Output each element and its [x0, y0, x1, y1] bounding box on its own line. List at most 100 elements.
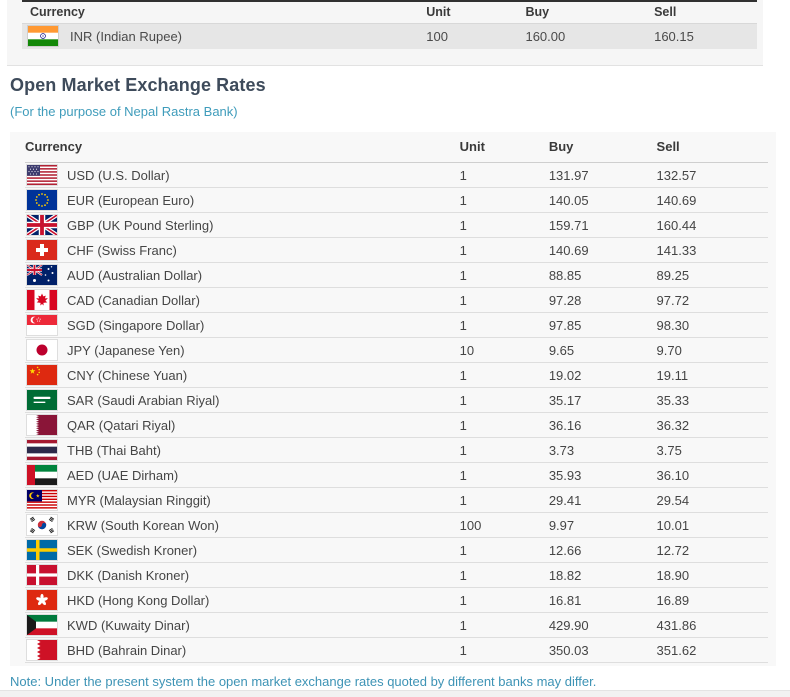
buy-value: 140.05 — [548, 187, 657, 213]
col-header-unit: Unit — [459, 132, 549, 163]
unit-value: 1 — [459, 437, 549, 463]
unit-value: 100 — [426, 23, 526, 49]
col-header-sell: Sell — [656, 132, 768, 163]
sell-value: 18.90 — [656, 562, 768, 588]
flag-dkk-icon — [27, 565, 57, 585]
unit-value: 100 — [459, 512, 549, 538]
flag-chf-icon — [27, 240, 57, 260]
table-row: HKD (Hong Kong Dollar) 1 16.81 16.89 — [25, 587, 768, 613]
table-row: KRW (South Korean Won) 100 9.97 10.01 — [25, 512, 768, 538]
page-title: Open Market Exchange Rates — [10, 75, 266, 95]
buy-value: 159.71 — [548, 212, 657, 238]
buy-value: 88.85 — [548, 262, 657, 288]
flag-jpy-icon — [27, 340, 57, 360]
currency-cell: KRW (South Korean Won) — [25, 512, 460, 538]
sell-value: 10.01 — [656, 512, 768, 538]
col-header-sell: Sell — [654, 1, 757, 24]
currency-cell: INR (Indian Rupee) — [22, 23, 427, 49]
currency-name: EUR (European Euro) — [67, 192, 195, 208]
unit-value: 1 — [459, 562, 549, 588]
flag-thb-icon — [27, 440, 57, 460]
table-row: CAD (Canadian Dollar) 1 97.28 97.72 — [25, 287, 768, 313]
unit-value: 1 — [459, 487, 549, 513]
buy-value: 35.93 — [548, 462, 657, 488]
unit-value: 1 — [459, 162, 549, 188]
flag-kwd-icon — [27, 615, 57, 635]
currency-cell: QAR (Qatari Riyal) — [25, 412, 460, 438]
unit-value: 1 — [459, 612, 549, 638]
flag-hkd-icon — [27, 590, 57, 610]
unit-value: 1 — [459, 537, 549, 563]
currency-name: USD (U.S. Dollar) — [67, 167, 170, 183]
table-row: EUR (European Euro) 1 140.05 140.69 — [25, 187, 768, 213]
flag-sek-icon — [27, 540, 57, 560]
currency-name: BHD (Bahrain Dinar) — [67, 642, 187, 658]
sell-value: 35.33 — [656, 387, 768, 413]
open-market-section: Open Market Exchange Rates (For the purp… — [7, 66, 783, 689]
currency-name: HKD (Hong Kong Dollar) — [67, 592, 210, 608]
flag-eur-icon — [27, 190, 57, 210]
flag-krw-icon — [27, 515, 57, 535]
buy-value: 429.90 — [548, 612, 657, 638]
buy-value: 3.73 — [548, 437, 657, 463]
sell-value: 3.75 — [656, 437, 768, 463]
currency-name: SGD (Singapore Dollar) — [67, 317, 205, 333]
buy-value: 131.97 — [548, 162, 657, 188]
flag-gbp-icon — [27, 215, 57, 235]
flag-qar-icon — [27, 415, 57, 435]
buy-value: 97.28 — [548, 287, 657, 313]
table-row: KWD (Kuwaity Dinar) 1 429.90 431.86 — [25, 612, 768, 638]
page-subtitle: (For the purpose of Nepal Rastra Bank) — [10, 104, 238, 119]
flag-sgd-icon — [27, 315, 57, 335]
currency-cell: THB (Thai Baht) — [25, 437, 460, 463]
unit-value: 1 — [459, 637, 549, 663]
currency-cell: SEK (Swedish Kroner) — [25, 537, 460, 563]
currency-cell: MYR (Malaysian Ringgit) — [25, 487, 460, 513]
currency-cell: CAD (Canadian Dollar) — [25, 287, 460, 313]
table-row: QAR (Qatari Riyal) 1 36.16 36.32 — [25, 412, 768, 438]
unit-value: 1 — [459, 187, 549, 213]
unit-value: 1 — [459, 412, 549, 438]
unit-value: 1 — [459, 387, 549, 413]
buy-value: 29.41 — [548, 487, 657, 513]
sell-value: 9.70 — [656, 337, 768, 363]
buy-value: 350.03 — [548, 637, 657, 663]
footer-divider — [0, 690, 790, 697]
buy-value: 35.17 — [548, 387, 657, 413]
sell-value: 431.86 — [656, 612, 768, 638]
table-row: THB (Thai Baht) 1 3.73 3.75 — [25, 437, 768, 463]
buy-value: 19.02 — [548, 362, 657, 388]
currency-name: GBP (UK Pound Sterling) — [67, 217, 214, 233]
flag-inr-icon — [28, 26, 58, 47]
sell-value: 16.89 — [656, 587, 768, 613]
table-row: CNY (Chinese Yuan) 1 19.02 19.11 — [25, 362, 768, 388]
top-rates-section: Currency Unit Buy Sell INR (Indian Rupee… — [7, 0, 763, 66]
currency-name: DKK (Danish Kroner) — [67, 567, 190, 583]
sell-value: 29.54 — [656, 487, 768, 513]
note-text: Note: Under the present system the open … — [10, 674, 597, 689]
table-row: GBP (UK Pound Sterling) 1 159.71 160.44 — [25, 212, 768, 238]
flag-cad-icon — [27, 290, 57, 310]
flag-myr-icon — [27, 490, 57, 510]
currency-cell: HKD (Hong Kong Dollar) — [25, 587, 460, 613]
top-rates-table: Currency Unit Buy Sell INR (Indian Rupee… — [22, 0, 757, 49]
flag-usd-icon — [27, 165, 57, 185]
flag-cny-icon — [27, 365, 57, 385]
flag-bhd-icon — [27, 640, 57, 660]
currency-cell: GBP (UK Pound Sterling) — [25, 212, 460, 238]
table-row: SAR (Saudi Arabian Riyal) 1 35.17 35.33 — [25, 387, 768, 413]
currency-cell: USD (U.S. Dollar) — [25, 162, 460, 188]
currency-cell: AED (UAE Dirham) — [25, 462, 460, 488]
top-table-header-row: Currency Unit Buy Sell — [22, 1, 757, 24]
sell-value: 89.25 — [656, 262, 768, 288]
currency-cell: JPY (Japanese Yen) — [25, 337, 460, 363]
currency-name: JPY (Japanese Yen) — [67, 342, 185, 358]
table-row: BHD (Bahrain Dinar) 1 350.03 351.62 — [25, 637, 768, 663]
table-row: INR (Indian Rupee) 100 160.00 160.15 — [22, 23, 757, 49]
buy-value: 12.66 — [548, 537, 657, 563]
sell-value: 160.15 — [654, 23, 757, 49]
sell-value: 160.44 — [656, 212, 768, 238]
sell-value: 140.69 — [656, 187, 768, 213]
currency-cell: SGD (Singapore Dollar) — [25, 312, 460, 338]
currency-name: MYR (Malaysian Ringgit) — [67, 492, 211, 508]
